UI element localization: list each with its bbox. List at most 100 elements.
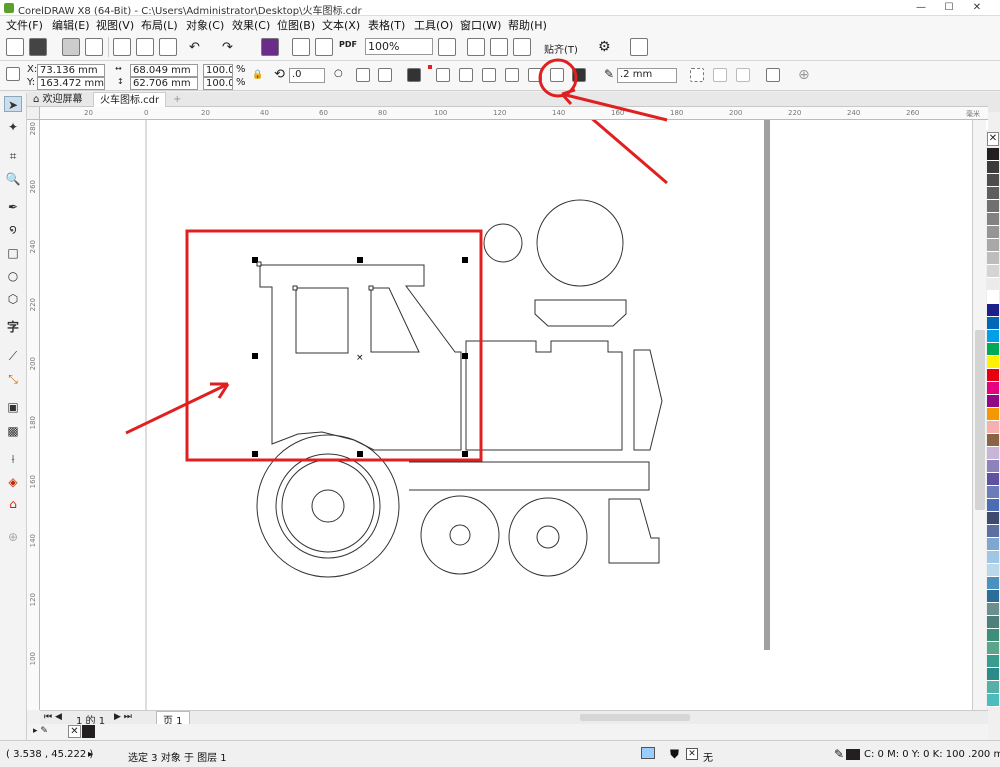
menu-object[interactable]: 对象(C) bbox=[186, 17, 224, 33]
big-wheel-outer[interactable] bbox=[256, 434, 400, 578]
scale-height-input[interactable]: 100.0 bbox=[203, 77, 233, 90]
close-button[interactable]: ✕ bbox=[964, 0, 990, 16]
small-wheel-1-hub[interactable] bbox=[449, 524, 471, 546]
artistic-media-tool-icon[interactable]: ໑ bbox=[4, 221, 22, 237]
status-arrow-icon[interactable]: ▸ bbox=[88, 749, 93, 760]
menu-layout[interactable]: 布局(L) bbox=[141, 17, 178, 33]
palette-color-swatch[interactable] bbox=[987, 343, 999, 356]
boiler-shape[interactable] bbox=[465, 340, 623, 451]
object-height-input[interactable]: 62.706 mm bbox=[130, 77, 198, 90]
small-smoke-circle[interactable] bbox=[483, 223, 523, 263]
big-wheel-inner[interactable] bbox=[281, 459, 375, 553]
scale-width-input[interactable]: 100.0 bbox=[203, 64, 233, 77]
small-wheel-1[interactable] bbox=[420, 495, 500, 575]
y-position-input[interactable]: 163.472 mm bbox=[37, 77, 105, 90]
interactive-fill-tool-icon[interactable]: ◈ bbox=[4, 474, 22, 490]
color-proofing-icon[interactable] bbox=[641, 747, 655, 759]
black-color-swatch[interactable] bbox=[82, 725, 95, 738]
last-page-icon[interactable]: ▶ ⏭ bbox=[114, 712, 132, 722]
menu-help[interactable]: 帮助(H) bbox=[508, 17, 547, 33]
palette-color-swatch[interactable] bbox=[987, 304, 999, 317]
color-eyedropper-tool-icon[interactable]: ⟊ bbox=[4, 451, 22, 467]
palette-color-swatch[interactable] bbox=[987, 408, 999, 421]
search-content-icon[interactable] bbox=[261, 38, 279, 56]
drop-shadow-tool-icon[interactable]: ▣ bbox=[4, 399, 22, 415]
palette-color-swatch[interactable] bbox=[987, 603, 999, 616]
menu-text[interactable]: 文本(X) bbox=[322, 17, 360, 33]
menu-tools[interactable]: 工具(O) bbox=[414, 17, 453, 33]
node-marker[interactable] bbox=[256, 261, 262, 267]
tab-welcome-screen[interactable]: ⌂ 欢迎屏幕 bbox=[27, 92, 89, 107]
palette-color-swatch[interactable] bbox=[987, 265, 999, 278]
tab-document[interactable]: 火车图标.cdr bbox=[93, 92, 167, 107]
chimney-top-shape[interactable] bbox=[534, 299, 627, 327]
cab-window-left[interactable] bbox=[295, 287, 349, 354]
text-tool-icon[interactable]: 字 bbox=[4, 319, 22, 335]
zoom-level-input[interactable]: 100% bbox=[365, 38, 433, 55]
lock-ratio-icon[interactable]: 🔒 bbox=[252, 70, 263, 80]
palette-color-swatch[interactable] bbox=[987, 681, 999, 694]
front-cowcatcher-shape[interactable] bbox=[633, 349, 663, 451]
palette-color-swatch[interactable] bbox=[987, 148, 999, 161]
palette-color-swatch[interactable] bbox=[987, 655, 999, 668]
menu-edit[interactable]: 编辑(E) bbox=[52, 17, 90, 33]
chassis-bar[interactable] bbox=[409, 461, 650, 491]
selection-handle[interactable] bbox=[252, 451, 258, 457]
palette-color-swatch[interactable] bbox=[987, 330, 999, 343]
palette-menu-icon[interactable]: ▸ ✎ bbox=[33, 726, 48, 736]
x-position-input[interactable]: 73.136 mm bbox=[37, 64, 105, 77]
palette-color-swatch[interactable] bbox=[987, 473, 999, 486]
selection-handle[interactable] bbox=[357, 451, 363, 457]
maximize-button[interactable]: ☐ bbox=[936, 0, 962, 16]
new-document-icon[interactable] bbox=[6, 38, 24, 56]
crop-tool-icon[interactable]: ⌗ bbox=[4, 148, 22, 164]
node-marker[interactable] bbox=[368, 285, 374, 291]
paste-icon[interactable] bbox=[159, 38, 177, 56]
rotation-angle-input[interactable]: .0 bbox=[289, 68, 325, 83]
trim-icon[interactable] bbox=[459, 68, 473, 82]
drawing-canvas[interactable]: × bbox=[40, 120, 988, 710]
docker-toggle[interactable] bbox=[988, 92, 1000, 112]
vertical-ruler[interactable]: 280 260 240 220 200 180 160 140 120 100 bbox=[27, 120, 40, 710]
publish-pdf-icon[interactable]: PDF bbox=[339, 40, 357, 49]
simplify-icon[interactable] bbox=[505, 68, 519, 82]
palette-color-swatch[interactable] bbox=[987, 187, 999, 200]
large-smoke-circle[interactable] bbox=[536, 199, 624, 287]
selection-handle[interactable] bbox=[462, 451, 468, 457]
weld-icon[interactable] bbox=[436, 68, 450, 82]
train-drawing[interactable]: × bbox=[40, 120, 988, 710]
copy-icon[interactable] bbox=[136, 38, 154, 56]
palette-color-swatch[interactable] bbox=[987, 382, 999, 395]
palette-color-swatch[interactable] bbox=[987, 174, 999, 187]
intersect-icon[interactable] bbox=[482, 68, 496, 82]
palette-color-swatch[interactable] bbox=[987, 694, 999, 707]
smart-fill-tool-icon[interactable]: ⌂ bbox=[4, 496, 22, 512]
selection-handle[interactable] bbox=[357, 257, 363, 263]
mirror-vertical-icon[interactable] bbox=[378, 68, 392, 82]
open-folder-icon[interactable] bbox=[29, 38, 47, 56]
options-gear-icon[interactable]: ⚙ bbox=[598, 39, 611, 55]
palette-color-swatch[interactable] bbox=[987, 564, 999, 577]
palette-color-swatch[interactable] bbox=[987, 278, 999, 291]
palette-color-swatch[interactable] bbox=[987, 577, 999, 590]
selection-center-mark[interactable]: × bbox=[356, 353, 364, 363]
palette-color-swatch[interactable] bbox=[987, 421, 999, 434]
connector-tool-icon[interactable]: ⤡ bbox=[4, 371, 22, 387]
menu-view[interactable]: 视图(V) bbox=[96, 17, 134, 33]
transparency-tool-icon[interactable]: ▩ bbox=[4, 423, 22, 439]
rectangle-tool-icon[interactable]: □ bbox=[4, 245, 22, 261]
palette-color-swatch[interactable] bbox=[987, 252, 999, 265]
add-tab-button[interactable]: + bbox=[167, 92, 187, 107]
train-shapes[interactable] bbox=[256, 199, 663, 578]
palette-color-swatch[interactable] bbox=[987, 317, 999, 330]
cut-icon[interactable] bbox=[113, 38, 131, 56]
vertical-scrollbar[interactable] bbox=[972, 120, 986, 710]
vertical-scroll-thumb[interactable] bbox=[975, 330, 985, 510]
ruler-origin[interactable] bbox=[27, 107, 40, 120]
pick-tool-icon[interactable]: ➤ bbox=[4, 96, 22, 112]
selection-handle[interactable] bbox=[252, 353, 258, 359]
horizontal-scroll-thumb[interactable] bbox=[580, 714, 690, 721]
palette-color-swatch[interactable] bbox=[987, 213, 999, 226]
small-wheel-2-hub[interactable] bbox=[536, 525, 560, 549]
horizontal-ruler[interactable]: 20 0 20 40 60 80 100 120 140 160 180 200… bbox=[40, 107, 988, 120]
